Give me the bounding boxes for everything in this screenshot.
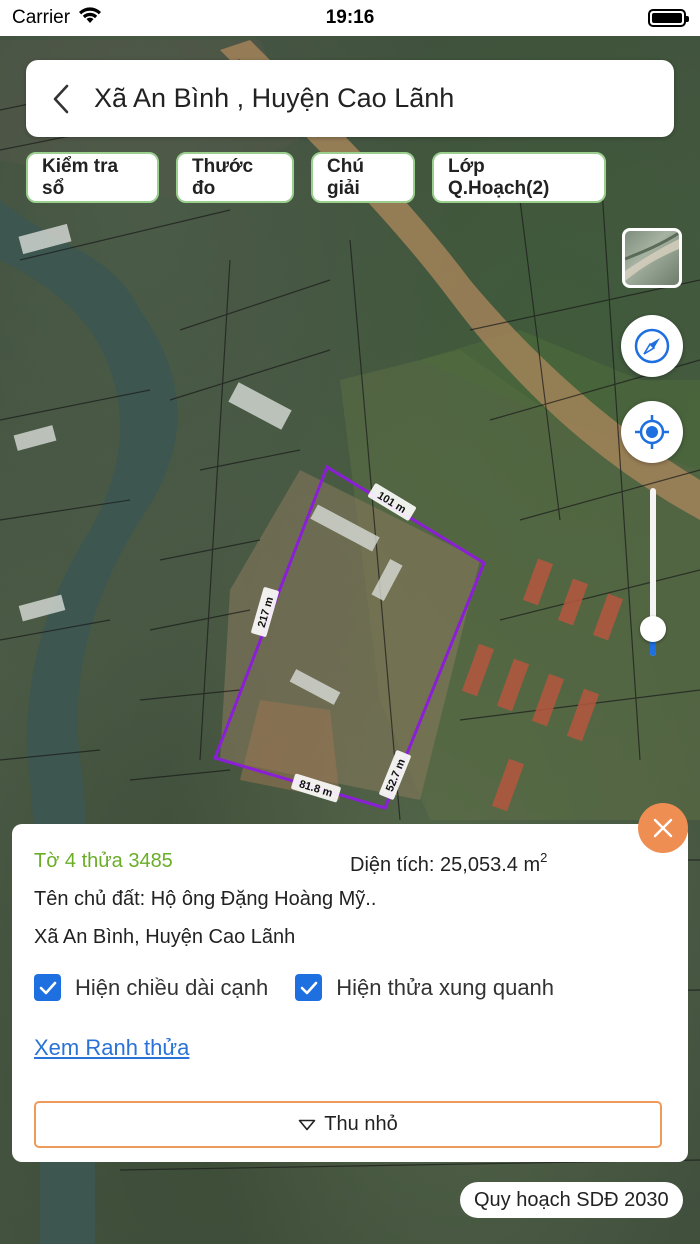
carrier-label: Carrier: [12, 7, 71, 28]
view-parcel-boundary-link[interactable]: Xem Ranh thửa: [34, 1035, 189, 1061]
back-button[interactable]: [48, 82, 74, 116]
parcel-area-value: Diện tích: 25,053.4 m: [350, 854, 541, 876]
battery-icon: [648, 9, 689, 27]
zoom-slider[interactable]: [640, 488, 666, 656]
toolbar-chips: Kiểm tra sổ Thước đo Chú giải Lớp Q.Hoạc…: [26, 152, 606, 203]
checkmark-icon: [39, 981, 56, 994]
planning-year-badge[interactable]: Quy hoạch SDĐ 2030: [460, 1182, 683, 1218]
parcel-info-panel: Tờ 4 thửa 3485 Diện tích: 25,053.4 m2 Tê…: [12, 824, 688, 1162]
show-neighbor-parcels-option[interactable]: Hiện thửa xung quanh: [295, 974, 554, 1001]
show-neighbor-parcels-checkbox[interactable]: [295, 974, 323, 1001]
parcel-address: Xã An Bình, Huyện Cao Lãnh: [34, 926, 296, 948]
crosshair-icon: [635, 415, 669, 449]
display-options: Hiện chiều dài cạnh Hiện thửa xung quanh: [34, 974, 554, 1001]
parcel-area: Diện tích: 25,053.4 m2: [350, 850, 547, 877]
legend-chip[interactable]: Chú giải: [311, 152, 415, 203]
satellite-thumbnail-icon: [625, 231, 679, 281]
clock: 19:16: [325, 7, 375, 28]
ruler-chip[interactable]: Thước đo: [176, 152, 294, 203]
show-neighbor-parcels-label: Hiện thửa xung quanh: [336, 974, 555, 1000]
owner-name: Tên chủ đất: Hộ ông Đặng Hoàng Mỹ..: [34, 888, 377, 910]
show-edge-length-option[interactable]: Hiện chiều dài cạnh: [34, 974, 268, 1001]
planning-layer-chip[interactable]: Lớp Q.Hoạch(2): [432, 152, 606, 203]
wifi-icon: [78, 6, 102, 30]
zoom-slider-thumb[interactable]: [640, 616, 666, 643]
status-bar: Carrier 19:16: [0, 0, 700, 36]
check-book-chip[interactable]: Kiểm tra sổ: [26, 152, 159, 203]
triangle-down-icon: [298, 1119, 316, 1130]
chevron-left-icon: [53, 84, 69, 113]
collapse-label: Thu nhỏ: [324, 1113, 398, 1135]
close-icon: [653, 818, 673, 838]
my-location-button[interactable]: [621, 401, 683, 463]
location-header: Xã An Bình , Huyện Cao Lãnh: [26, 60, 674, 137]
compass-icon: [634, 328, 670, 364]
collapse-button[interactable]: Thu nhỏ: [34, 1101, 662, 1148]
area-unit-exponent: 2: [540, 850, 548, 865]
close-panel-button[interactable]: [638, 803, 688, 853]
map-layer-toggle-button[interactable]: [622, 228, 682, 288]
checkmark-icon: [300, 981, 318, 994]
show-edge-length-label: Hiện chiều dài cạnh: [75, 974, 269, 1000]
page-title: Xã An Bình , Huyện Cao Lãnh: [94, 83, 455, 113]
parcel-number: Tờ 4 thửa 3485: [34, 850, 173, 872]
show-edge-length-checkbox[interactable]: [34, 974, 61, 1001]
compass-button[interactable]: [621, 315, 683, 377]
